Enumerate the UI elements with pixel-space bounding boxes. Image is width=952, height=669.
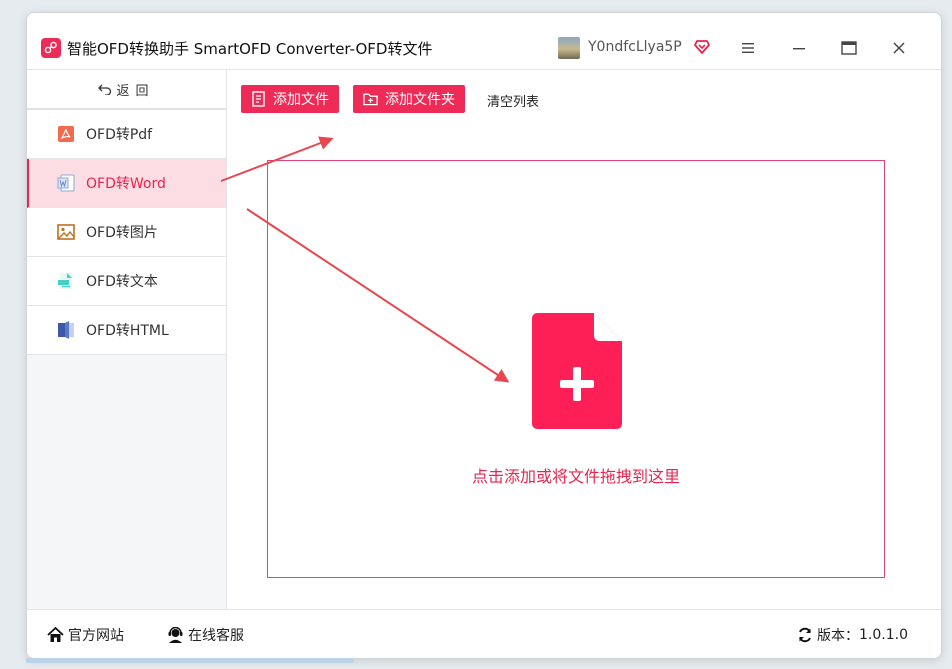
official-website-label: 官方网站 [68,628,124,644]
sidebar-item-ofd-to-text[interactable]: OFD转文本 [27,257,226,306]
user-avatar[interactable] [558,37,580,59]
online-support-label: 在线客服 [188,628,244,644]
sidebar-item-ofd-to-html[interactable]: OFD转HTML [27,306,226,355]
online-support-link[interactable]: 在线客服 [167,625,244,645]
official-website-link[interactable]: 官方网站 [47,625,124,645]
image-icon [57,223,75,241]
sidebar-item-ofd-to-image[interactable]: OFD转图片 [27,208,226,257]
customer-service-icon [168,627,183,643]
close-button[interactable] [887,37,911,59]
add-folder-label: 添加文件夹 [385,92,455,108]
home-icon [47,627,64,642]
sidebar-item-label: OFD转Word [86,176,166,192]
app-window: 智能OFD转换助手 SmartOFD Converter-OFD转文件 Y0nd… [26,12,942,659]
taskbar-strip [26,658,354,663]
app-title: 智能OFD转换助手 SmartOFD Converter-OFD转文件 [67,40,433,58]
add-file-label: 添加文件 [273,92,329,108]
title-bar: 智能OFD转换助手 SmartOFD Converter-OFD转文件 Y0nd… [27,13,941,69]
clear-list-button[interactable]: 清空列表 [487,91,539,110]
hamburger-icon [742,43,754,53]
sidebar-item-label: OFD转Pdf [86,127,153,143]
refresh-icon [799,627,811,643]
minimize-button[interactable] [787,37,811,59]
add-folder-icon [363,93,378,106]
sidebar-item-label: OFD转文本 [86,274,158,290]
drop-zone-hint: 点击添加或将文件拖拽到这里 [471,467,680,486]
sidebar-item-ofd-to-pdf[interactable]: OFD转Pdf [27,110,226,159]
maximize-button[interactable] [837,37,861,59]
main-panel: 添加文件 添加文件夹 清空列表 点击添加或将文件拖拽到这里 [227,69,941,610]
menu-button[interactable] [736,37,760,59]
add-file-icon [252,91,265,107]
version-number: 1.0.1.0 [859,627,908,643]
sidebar-item-label: OFD转图片 [86,225,158,241]
maximize-icon [841,41,857,55]
version-label: 版本： [817,628,859,644]
add-folder-button[interactable]: 添加文件夹 [353,85,465,113]
back-label: 返回 [116,83,155,99]
minimize-icon [793,48,805,50]
vip-diamond-icon[interactable] [694,39,710,59]
close-icon [893,42,905,54]
html-icon [57,321,75,339]
add-file-button[interactable]: 添加文件 [241,85,339,113]
word-icon [57,174,75,192]
sidebar: 返回 OFD转Pdf OFD转Word OFD转图片 OFD转文本 OFD转HT… [27,69,227,610]
file-drop-zone[interactable]: 点击添加或将文件拖拽到这里 [267,160,885,578]
app-logo-icon [41,38,61,58]
version-info[interactable]: 版本： 1.0.1.0 [797,625,908,645]
sidebar-item-label: OFD转HTML [86,323,169,339]
add-document-icon [532,313,622,433]
back-button[interactable]: 返回 [27,70,226,110]
back-arrow-icon [98,84,112,95]
status-bar: 官方网站 在线客服 版本： 1.0.1.0 [27,609,941,658]
text-icon [57,272,75,290]
sidebar-item-ofd-to-word[interactable]: OFD转Word [27,159,226,208]
username[interactable]: Y0ndfcLlya5P [588,39,682,55]
pdf-icon [57,125,75,143]
